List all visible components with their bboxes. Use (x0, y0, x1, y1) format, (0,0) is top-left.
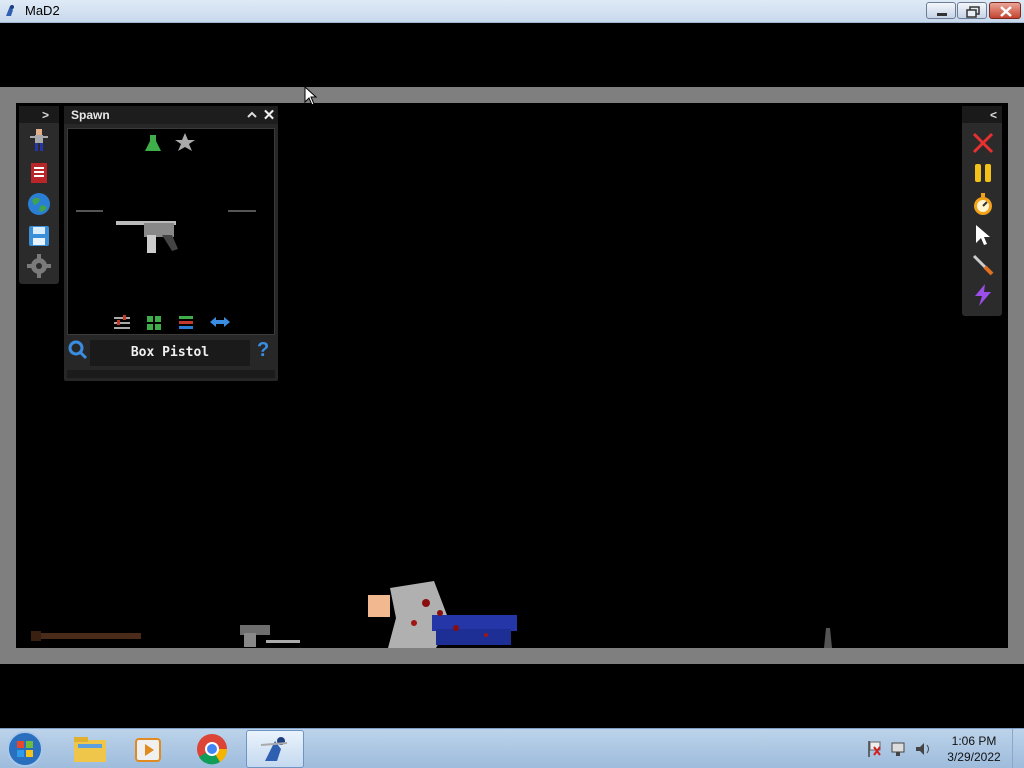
right-toolbar: < (962, 106, 1002, 316)
restore-button[interactable] (957, 2, 987, 19)
pointer-icon[interactable] (971, 223, 995, 247)
file-explorer-button[interactable] (62, 730, 118, 768)
close-panel-button[interactable]: ✕ (261, 106, 277, 124)
pause-icon[interactable] (971, 161, 995, 185)
spawn-panel-footer (67, 370, 275, 378)
close-button[interactable] (989, 2, 1021, 19)
network-icon[interactable] (891, 742, 905, 756)
stopwatch-icon[interactable] (971, 192, 995, 216)
collapse-panel-button[interactable] (244, 107, 260, 123)
app-icon (6, 5, 14, 16)
chrome-button[interactable] (184, 730, 240, 768)
clock[interactable]: 1:06 PM 3/29/2022 (940, 733, 1008, 765)
swap-arrows-icon[interactable] (210, 317, 230, 327)
window-title: MaD2 (25, 3, 60, 18)
spawn-preview-area (67, 128, 275, 335)
knife-tool-icon[interactable] (971, 253, 995, 277)
spawn-panel-title: Spawn (71, 108, 110, 122)
taskbar: 1:06 PM 3/29/2022 (0, 728, 1024, 768)
spawn-panel-header[interactable]: Spawn ✕ (64, 106, 278, 124)
minimize-button[interactable] (926, 2, 956, 19)
box-pistol-prop[interactable] (240, 625, 300, 647)
star-icon[interactable] (175, 133, 195, 151)
window-title-bar[interactable]: MaD2 (0, 0, 1024, 23)
clear-x-icon[interactable] (971, 131, 995, 155)
search-icon[interactable] (67, 339, 89, 361)
media-player-icon (135, 738, 161, 762)
mouse-cursor-icon (304, 86, 318, 106)
system-tray (868, 741, 929, 757)
chevron-right-icon: > (42, 108, 50, 122)
next-item-arrow[interactable] (228, 210, 256, 212)
small-prop[interactable] (824, 628, 832, 648)
left-toolbar: > (19, 106, 59, 284)
mad2-taskbar-button[interactable] (246, 730, 304, 768)
selected-item-name[interactable]: Box Pistol (90, 340, 250, 366)
chrome-icon (197, 734, 228, 765)
list-icon[interactable] (179, 316, 193, 329)
chevron-left-icon: < (990, 108, 998, 122)
help-icon[interactable]: ? (257, 339, 273, 361)
clock-time: 1:06 PM (951, 734, 997, 748)
flask-icon[interactable] (145, 135, 161, 151)
start-orb[interactable] (5, 730, 45, 768)
previous-item-arrow[interactable] (76, 210, 103, 212)
mad2-app-icon (260, 737, 288, 761)
sliders-icon[interactable] (114, 315, 130, 329)
save-icon[interactable] (27, 224, 51, 248)
right-toolbar-collapse[interactable]: < (962, 106, 1002, 123)
clock-date: 3/29/2022 (947, 750, 1001, 764)
box-pistol-preview[interactable] (116, 221, 178, 253)
show-desktop-button[interactable] (1012, 729, 1024, 768)
media-player-button[interactable] (120, 730, 176, 768)
rifle-prop[interactable] (31, 631, 141, 641)
lightning-icon[interactable] (971, 283, 995, 307)
file-explorer-icon (74, 737, 106, 762)
chevron-up-icon (247, 111, 257, 118)
ragdoll-human[interactable] (368, 581, 517, 648)
grid-icon[interactable] (147, 316, 161, 330)
settings-gear-icon[interactable] (27, 254, 51, 278)
left-toolbar-expand[interactable]: > (19, 106, 59, 123)
world-icon[interactable] (27, 192, 51, 216)
spawn-ragdoll-icon[interactable] (27, 128, 51, 152)
spawn-menu-icon[interactable] (27, 161, 51, 185)
volume-icon[interactable] (916, 743, 929, 755)
action-center-flag-icon[interactable] (868, 741, 881, 757)
spawn-panel: Spawn ✕ Box Pistol ? (64, 106, 278, 381)
desktop: MaD2 > Spawn ✕ Box Pistol ? < 1:06 PM 3/… (0, 0, 1024, 768)
